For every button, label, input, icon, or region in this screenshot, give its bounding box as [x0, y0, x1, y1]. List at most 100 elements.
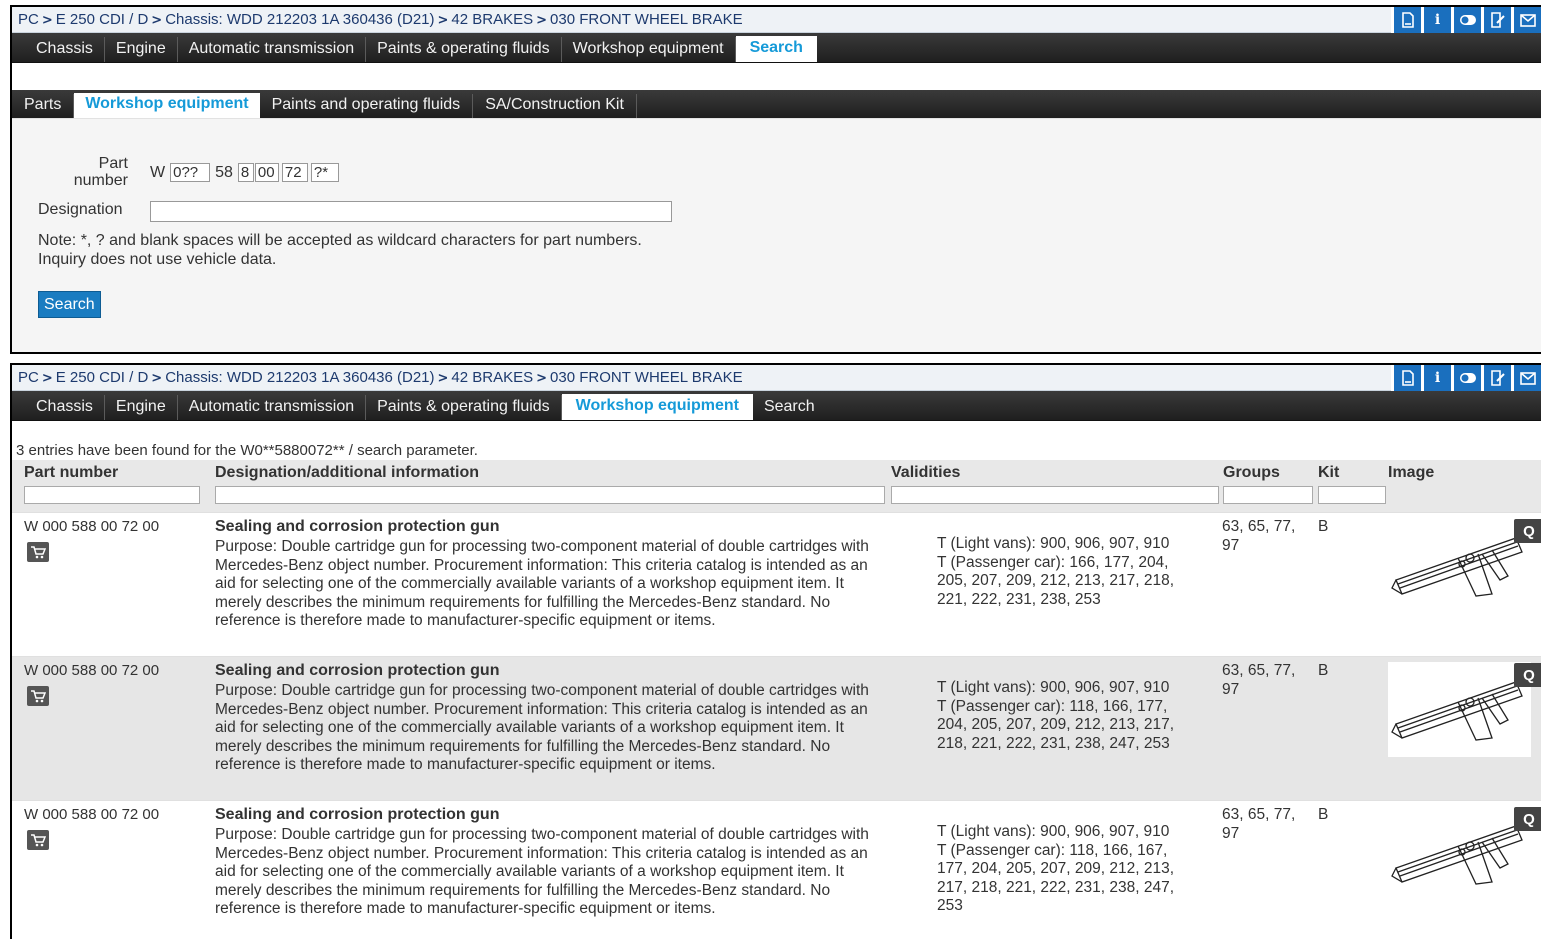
breadcrumb-bar: PC > E 250 CDI / D > Chassis: WDD 212203 1A … — [12, 7, 1541, 33]
info-icon[interactable]: i — [1421, 365, 1451, 391]
part-number-label: Part number — [73, 155, 128, 189]
tab-automatic-transmission[interactable]: Automatic transmission — [178, 37, 367, 62]
validity-passenger-car: T (Passenger car): 166, 177, 204, 205, 2… — [937, 553, 1175, 608]
note-line-1: Note: *, ? and blank spaces will be acce… — [38, 232, 642, 249]
item-validities: T (Light vans): 900, 906, 907, 910 T (Pa… — [937, 679, 1199, 753]
table-row[interactable]: W 000 588 00 72 00 Sealing and corrosion… — [12, 800, 1541, 939]
cartridge-gun-image[interactable] — [1388, 662, 1531, 757]
tab-workshop-equipment[interactable]: Workshop equipment — [561, 394, 753, 420]
subtab-workshop-equipment[interactable]: Workshop equipment — [74, 93, 260, 118]
subtab-sa-construction-kit[interactable]: SA/Construction Kit — [473, 94, 637, 118]
part-field-3[interactable] — [254, 163, 279, 182]
tab-search[interactable]: Search — [735, 36, 817, 62]
breadcrumb-item[interactable]: 42 BRAKES — [451, 11, 533, 28]
info-icon[interactable]: i — [1421, 7, 1451, 33]
filter-part-number[interactable] — [24, 486, 200, 504]
subtab-paints-fluids[interactable]: Paints and operating fluids — [260, 94, 474, 118]
tab-engine[interactable]: Engine — [105, 395, 178, 420]
item-description: Purpose: Double cartridge gun for proces… — [215, 538, 869, 629]
breadcrumb-item[interactable]: PC — [18, 369, 39, 386]
toolbar-icons: i — [1391, 365, 1541, 391]
part-field-2[interactable] — [237, 163, 254, 182]
breadcrumb-item[interactable]: PC — [18, 11, 39, 28]
breadcrumb-item[interactable]: 030 FRONT WHEEL BRAKE — [550, 11, 743, 28]
table-row[interactable]: W 000 588 00 72 00 Sealing and corrosion… — [12, 656, 1541, 800]
chevron-right-icon: > — [41, 13, 53, 28]
col-part-number[interactable]: Part number — [24, 464, 118, 482]
results-window: PC > E 250 CDI / D > Chassis: WDD 212203 1A … — [10, 363, 1541, 939]
designation-input[interactable] — [150, 201, 672, 222]
breadcrumb-bar: PC > E 250 CDI / D > Chassis: WDD 212203 1A … — [12, 365, 1541, 391]
validity-light-vans: T (Light vans): 900, 906, 907, 910 — [937, 679, 1170, 696]
cart-icon[interactable] — [27, 686, 49, 706]
part-number-fields: W 58 — [150, 163, 339, 182]
sub-nav: Parts Workshop equipment Paints and oper… — [12, 90, 1541, 118]
item-validities: T (Light vans): 900, 906, 907, 910 T (Pa… — [937, 535, 1199, 609]
part-prefix: W — [150, 163, 166, 181]
subtab-parts[interactable]: Parts — [12, 94, 75, 118]
tab-engine[interactable]: Engine — [105, 37, 178, 62]
breadcrumb-item[interactable]: E 250 CDI / D — [56, 369, 149, 386]
validity-light-vans: T (Light vans): 900, 906, 907, 910 — [937, 535, 1170, 552]
tab-paints-operating-fluids[interactable]: Paints & operating fluids — [366, 37, 562, 62]
breadcrumb-item[interactable]: Chassis: WDD 212203 1A 360436 (D21) — [165, 11, 434, 28]
tab-search[interactable]: Search — [753, 395, 826, 420]
col-groups[interactable]: Groups — [1223, 464, 1280, 482]
validity-light-vans: T (Light vans): 900, 906, 907, 910 — [937, 823, 1170, 840]
col-designation[interactable]: Designation/additional information — [215, 464, 479, 482]
edit-note-icon[interactable] — [1481, 7, 1511, 33]
item-groups: 63, 65, 77, 97 — [1222, 518, 1296, 554]
tab-chassis[interactable]: Chassis — [25, 395, 105, 420]
part-field-1[interactable] — [170, 163, 211, 182]
toggle-icon[interactable] — [1451, 365, 1481, 391]
part-fixed-segment: 58 — [215, 163, 233, 181]
designation-label: Designation — [38, 201, 123, 218]
toggle-icon[interactable] — [1451, 7, 1481, 33]
table-row[interactable]: W 000 588 00 72 00 Sealing and corrosion… — [12, 512, 1541, 656]
zoom-icon[interactable]: Q — [1514, 807, 1541, 831]
breadcrumb-item[interactable]: 42 BRAKES — [451, 369, 533, 386]
part-field-4[interactable] — [281, 163, 308, 182]
validity-passenger-car: T (Passenger car): 118, 166, 177, 204, 2… — [937, 697, 1175, 752]
item-description: Purpose: Double cartridge gun for proces… — [215, 682, 869, 773]
col-kit[interactable]: Kit — [1318, 464, 1339, 482]
chevron-right-icon: > — [536, 371, 548, 386]
tab-chassis[interactable]: Chassis — [25, 37, 105, 62]
filter-groups[interactable] — [1223, 486, 1313, 504]
results-table-header: Part number Designation/additional infor… — [12, 460, 1541, 512]
print-icon[interactable] — [1391, 365, 1421, 391]
zoom-icon[interactable]: Q — [1514, 663, 1541, 687]
item-kit: B — [1318, 662, 1329, 679]
chevron-right-icon: > — [536, 13, 548, 28]
breadcrumb-item[interactable]: 030 FRONT WHEEL BRAKE — [550, 369, 743, 386]
cart-icon[interactable] — [27, 542, 49, 562]
col-validities[interactable]: Validities — [891, 464, 960, 482]
search-button[interactable]: Search — [38, 291, 101, 318]
item-validities: T (Light vans): 900, 906, 907, 910 T (Pa… — [937, 823, 1199, 916]
main-nav: Chassis Engine Automatic transmission Pa… — [12, 33, 1541, 63]
tab-workshop-equipment[interactable]: Workshop equipment — [562, 37, 736, 62]
cart-icon[interactable] — [27, 830, 49, 850]
breadcrumb: PC > E 250 CDI / D > Chassis: WDD 212203 1A … — [18, 11, 743, 28]
edit-note-icon[interactable] — [1481, 365, 1511, 391]
chevron-right-icon: > — [151, 13, 163, 28]
filter-validities[interactable] — [891, 486, 1219, 504]
breadcrumb-item[interactable]: Chassis: WDD 212203 1A 360436 (D21) — [165, 369, 434, 386]
filter-kit[interactable] — [1318, 486, 1386, 504]
info-glyph: i — [1434, 12, 1441, 28]
mail-icon[interactable] — [1511, 7, 1541, 33]
tab-automatic-transmission[interactable]: Automatic transmission — [178, 395, 367, 420]
print-icon[interactable] — [1391, 7, 1421, 33]
result-count-message: 3 entries have been found for the W0**58… — [16, 442, 478, 459]
cartridge-gun-image[interactable] — [1388, 806, 1531, 901]
tab-paints-operating-fluids[interactable]: Paints & operating fluids — [366, 395, 562, 420]
mail-icon[interactable] — [1511, 365, 1541, 391]
cartridge-gun-image[interactable] — [1388, 518, 1531, 613]
filter-designation[interactable] — [215, 486, 885, 504]
breadcrumb-item[interactable]: E 250 CDI / D — [56, 11, 149, 28]
part-number: W 000 588 00 72 00 — [24, 518, 160, 535]
item-title: Sealing and corrosion protection gun — [215, 806, 500, 823]
zoom-icon[interactable]: Q — [1514, 519, 1541, 543]
part-field-5[interactable] — [310, 163, 339, 182]
chevron-right-icon: > — [437, 371, 449, 386]
